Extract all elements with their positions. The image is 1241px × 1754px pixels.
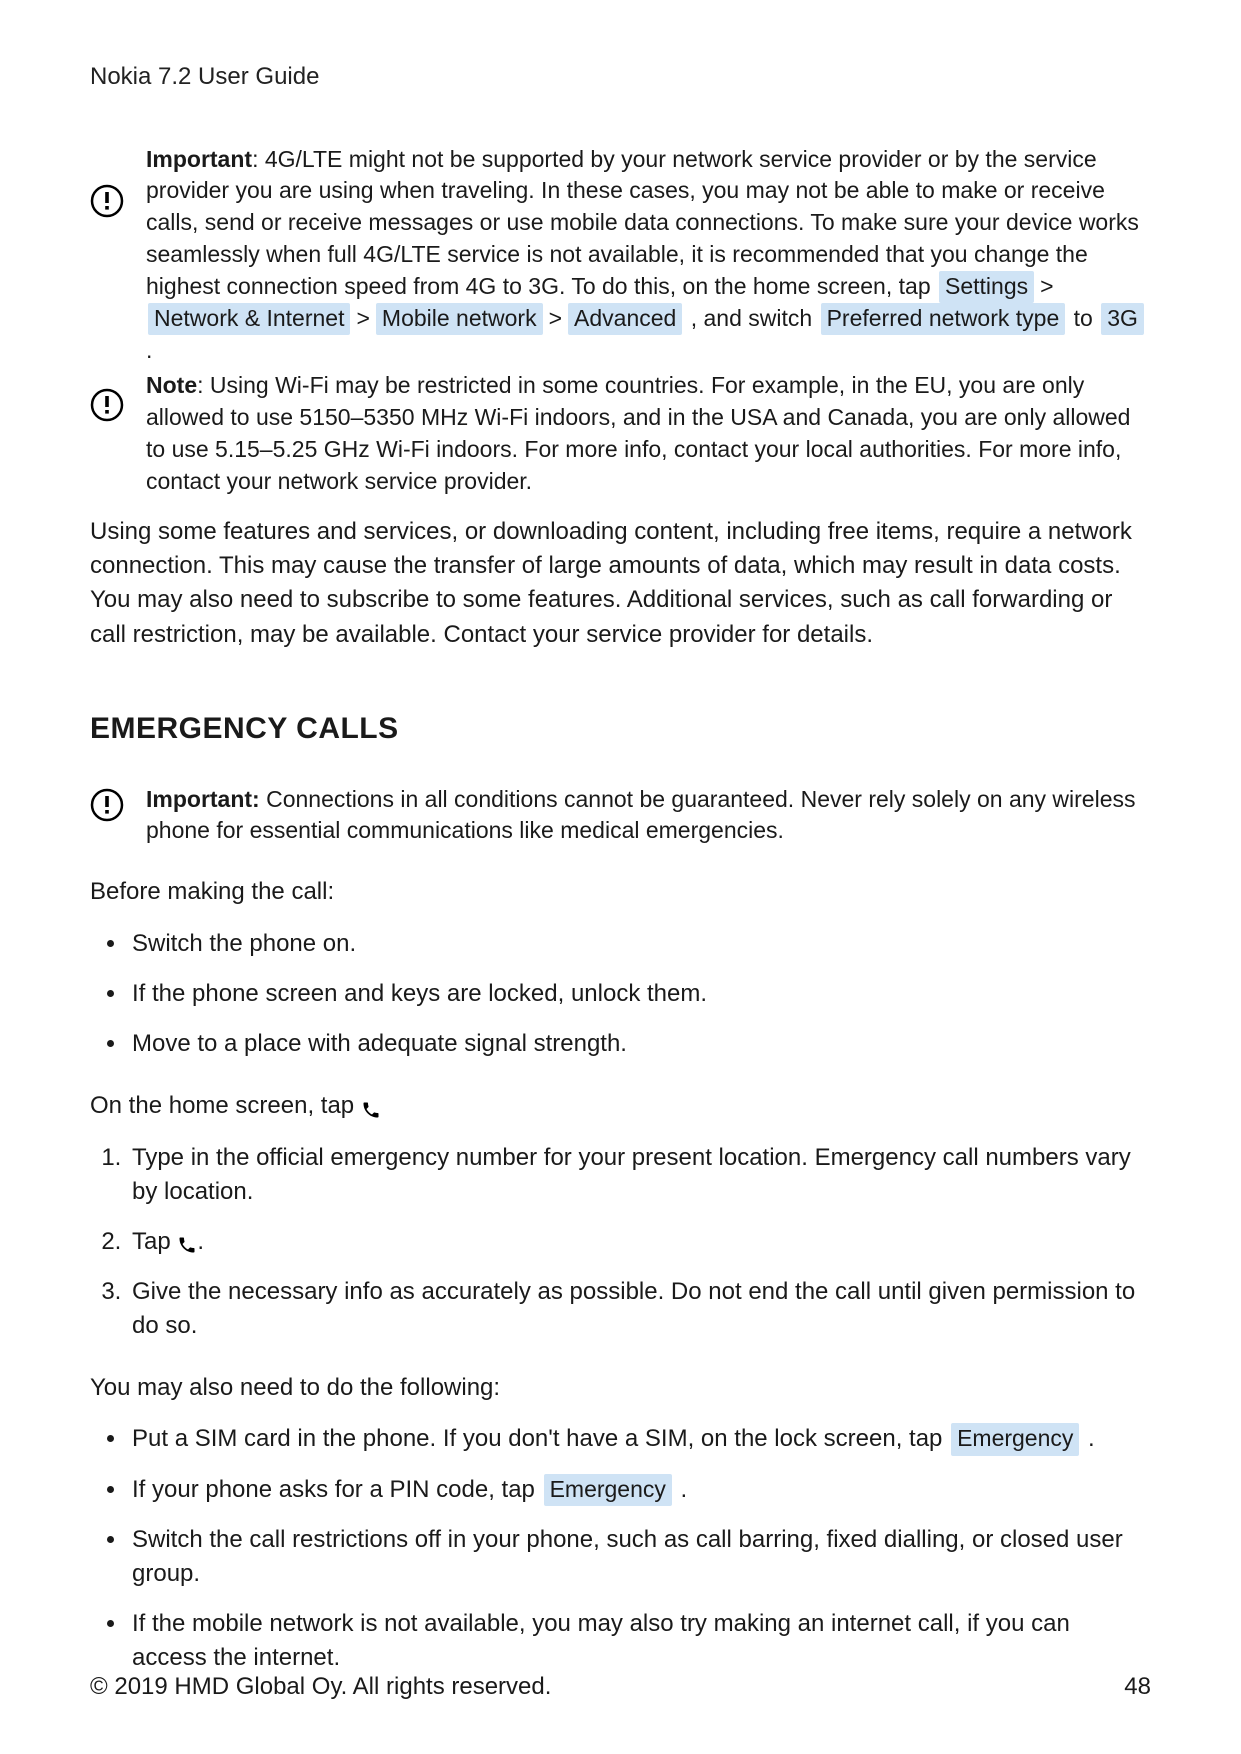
notice-text: : Using Wi-Fi may be restricted in some … [146, 372, 1130, 493]
breadcrumb-sep: > [549, 305, 562, 331]
bullet-text: . [1081, 1425, 1094, 1452]
bullet-text: Put a SIM card in the phone. If you don'… [132, 1425, 949, 1452]
important-notice-emergency: Important: Connections in all conditions… [90, 778, 1151, 847]
alert-icon [90, 778, 146, 822]
important-label: Important [146, 146, 252, 172]
list-item: If the phone screen and keys are locked,… [128, 977, 1151, 1011]
before-call-intro: Before making the call: [90, 875, 1151, 909]
bullet-text: If your phone asks for a PIN code, tap [132, 1476, 542, 1503]
before-call-bullets: Switch the phone on. If the phone screen… [104, 927, 1151, 1061]
phone-icon [361, 1096, 381, 1116]
additional-bullets: Put a SIM card in the phone. If you don'… [104, 1422, 1151, 1674]
list-item: Move to a place with adequate signal str… [128, 1027, 1151, 1061]
notice-text: , and switch [684, 305, 818, 331]
emergency-chip: Emergency [544, 1474, 672, 1506]
list-item: Put a SIM card in the phone. If you don'… [128, 1422, 1151, 1456]
footer-page-number: 48 [1124, 1670, 1151, 1704]
list-item: Type in the official emergency number fo… [128, 1141, 1151, 1209]
page-header: Nokia 7.2 User Guide [90, 60, 1151, 94]
list-item: Tap . [128, 1225, 1151, 1259]
breadcrumb-sep: > [356, 305, 369, 331]
bullet-text: . [674, 1476, 687, 1503]
phone-icon [177, 1231, 197, 1251]
list-item: Switch the call restrictions off in your… [128, 1523, 1151, 1591]
step-text: Tap [132, 1228, 177, 1255]
note-notice-wifi: Note: Using Wi-Fi may be restricted in s… [90, 370, 1151, 497]
also-intro: You may also need to do the following: [90, 1371, 1151, 1405]
breadcrumb-sep: > [1040, 273, 1053, 299]
list-item: If your phone asks for a PIN code, tap E… [128, 1473, 1151, 1507]
home-screen-tap-line: On the home screen, tap [90, 1089, 1151, 1123]
mobile-network-chip: Mobile network [376, 303, 543, 335]
list-item: If the mobile network is not available, … [128, 1607, 1151, 1675]
advanced-chip: Advanced [568, 303, 682, 335]
home-screen-tap-text: On the home screen, tap [90, 1092, 361, 1119]
list-item: Give the necessary info as accurately as… [128, 1275, 1151, 1343]
network-usage-paragraph: Using some features and services, or dow… [90, 515, 1151, 651]
settings-chip: Settings [939, 271, 1034, 303]
notice-text: Connections in all conditions cannot be … [146, 786, 1136, 844]
emergency-chip: Emergency [951, 1423, 1079, 1455]
emergency-calls-heading: EMERGENCY CALLS [90, 708, 1151, 750]
alert-icon [90, 144, 146, 218]
three-g-chip: 3G [1101, 303, 1144, 335]
step-period: . [197, 1228, 204, 1255]
emergency-steps: Type in the official emergency number fo… [104, 1141, 1151, 1343]
notice-text: to [1067, 305, 1099, 331]
preferred-network-type-chip: Preferred network type [821, 303, 1066, 335]
notice-text: . [146, 337, 152, 363]
list-item: Switch the phone on. [128, 927, 1151, 961]
important-label: Important: [146, 786, 260, 812]
important-notice-4g: Important: 4G/LTE might not be supported… [90, 144, 1151, 367]
footer-copyright: © 2019 HMD Global Oy. All rights reserve… [90, 1670, 551, 1704]
network-internet-chip: Network & Internet [148, 303, 350, 335]
alert-icon [90, 370, 146, 422]
note-label: Note [146, 372, 197, 398]
